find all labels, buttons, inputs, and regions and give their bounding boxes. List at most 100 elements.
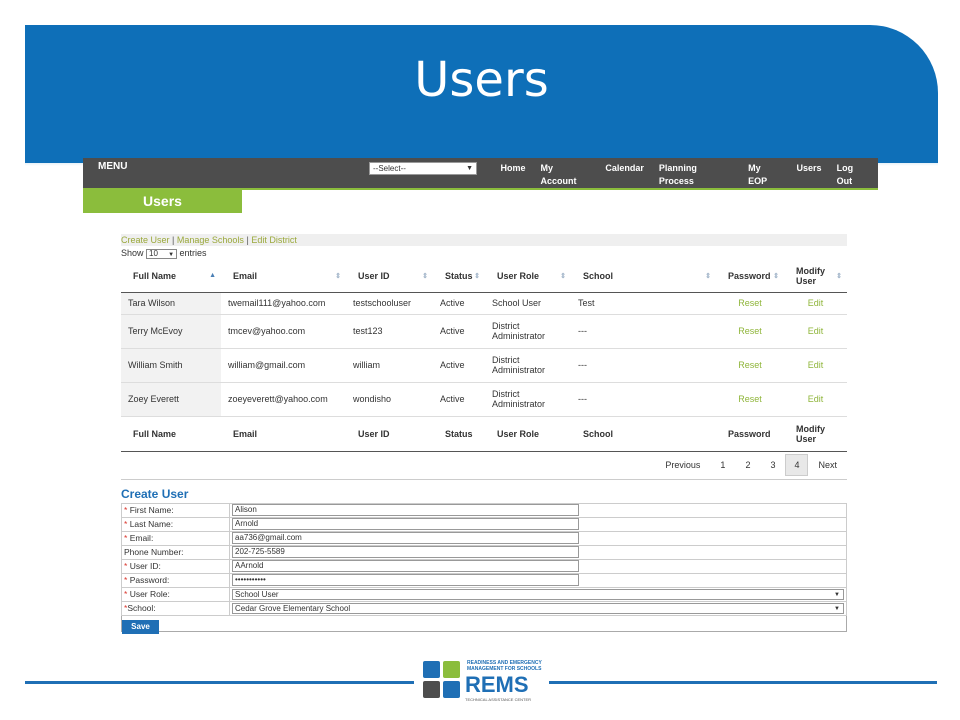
field-label: School:	[127, 603, 156, 613]
create-user-heading: Create User	[121, 486, 189, 501]
link-separator: |	[246, 235, 249, 245]
pager-page-1[interactable]: 1	[710, 455, 735, 475]
required-mark: *	[124, 519, 128, 529]
last-name-field[interactable]: Arnold	[232, 518, 579, 530]
pager-page-current[interactable]: 4	[785, 454, 809, 476]
cell-user-id: william	[346, 348, 433, 383]
menu-label[interactable]: MENU	[98, 161, 127, 172]
last-name-label: * Last Name:	[121, 516, 230, 532]
school-select[interactable]: Cedar Grove Elementary School ▼	[232, 602, 844, 614]
main-content: Create User | Manage Schools | Edit Dist…	[121, 234, 847, 634]
user-role-select[interactable]: School User ▼	[232, 588, 844, 600]
required-mark: *	[124, 561, 128, 571]
school-label: *School:	[121, 600, 230, 616]
sort-icon: ⇕	[836, 273, 842, 280]
sort-asc-icon: ▲	[209, 272, 216, 279]
col-label: School	[583, 270, 614, 281]
reset-password-link[interactable]: Reset	[738, 360, 762, 370]
col-label: User Role	[497, 270, 540, 281]
required-mark: *	[124, 589, 128, 599]
table-row: Terry McEvoy tmcev@yahoo.com test123 Act…	[121, 314, 847, 349]
footer-header-user-role: User Role	[485, 415, 571, 452]
show-entries-row: Show 10 ▼ entries	[121, 246, 847, 260]
edit-user-link[interactable]: Edit	[808, 360, 824, 370]
edit-district-link[interactable]: Edit District	[251, 235, 297, 245]
col-header-user-role[interactable]: User Role ⇕	[485, 260, 571, 293]
quick-select-dropdown[interactable]: --Select-- ▼	[369, 162, 477, 175]
col-label: Modify User	[796, 423, 825, 444]
field-label: Password:	[129, 575, 170, 585]
col-header-modify-user[interactable]: Modify User ⇕	[784, 260, 847, 293]
pager-next[interactable]: Next	[808, 455, 847, 475]
col-header-status[interactable]: Status ⇕	[433, 260, 485, 293]
chevron-down-icon: ▼	[834, 605, 840, 612]
col-header-full-name[interactable]: Full Name ▲	[121, 260, 221, 293]
sort-icon: ⇕	[773, 273, 779, 280]
nav-planning-process[interactable]: Planning Process	[651, 162, 740, 188]
first-name-field[interactable]: Alison	[232, 504, 579, 516]
nav-log-out[interactable]: Log Out	[829, 162, 878, 188]
footer-rule-right	[549, 681, 937, 684]
chevron-down-icon: ▼	[168, 251, 175, 258]
reset-password-link[interactable]: Reset	[738, 326, 762, 336]
email-field[interactable]: aa736@gmail.com	[232, 532, 579, 544]
reset-password-link[interactable]: Reset	[738, 298, 762, 308]
field-label: User Role:	[129, 589, 170, 599]
nav-my-account[interactable]: My Account	[533, 162, 598, 188]
footer-rule-left	[25, 681, 414, 684]
col-header-email[interactable]: Email ⇕	[221, 260, 346, 293]
pager-previous[interactable]: Previous	[655, 455, 710, 475]
password-label: * Password:	[121, 572, 230, 588]
sort-icon: ⇕	[474, 273, 480, 280]
required-mark: *	[124, 505, 128, 515]
cell-name: William Smith	[121, 348, 221, 383]
col-label: User ID	[358, 270, 390, 281]
table-row: Zoey Everett zoeyeverett@yahoo.com wondi…	[121, 382, 847, 417]
footer-header-full-name: Full Name	[121, 415, 221, 452]
manage-schools-link[interactable]: Manage Schools	[177, 235, 244, 245]
user-role-value: School User	[235, 589, 279, 599]
nav-home[interactable]: Home	[493, 162, 533, 188]
logo-subtext: TECHNICAL ASSISTANCE CENTER	[465, 697, 532, 702]
logo-check-icon	[443, 681, 460, 698]
field-label: User ID:	[129, 561, 161, 571]
user-id-field[interactable]: AArnold	[232, 560, 579, 572]
col-header-password[interactable]: Password ⇕	[716, 260, 784, 293]
field-label: Last Name:	[129, 519, 174, 529]
password-field[interactable]: •••••••••••	[232, 574, 579, 586]
col-header-school[interactable]: School ⇕	[571, 260, 716, 293]
col-label: Status	[445, 270, 473, 281]
show-label: Show	[121, 248, 144, 258]
field-label: First Name:	[129, 505, 174, 515]
phone-field[interactable]: 202-725-5589	[232, 546, 579, 558]
email-label: * Email:	[121, 530, 230, 546]
page-title-tab: Users	[83, 188, 242, 213]
pager-page-3[interactable]: 3	[760, 455, 785, 475]
edit-user-link[interactable]: Edit	[808, 298, 824, 308]
col-label: Password	[728, 270, 771, 281]
logo-lock-icon	[423, 681, 440, 698]
logo-book-icon	[423, 661, 440, 678]
nav-links: Home My Account Calendar Planning Proces…	[493, 162, 878, 188]
rems-logo: READINESS AND EMERGENCY MANAGEMENT FOR S…	[423, 659, 542, 703]
nav-users[interactable]: Users	[789, 162, 829, 188]
nav-my-eop[interactable]: My EOP	[741, 162, 789, 188]
form-actions: Save	[121, 615, 847, 634]
create-user-link[interactable]: Create User	[121, 235, 170, 245]
cell-user-id: test123	[346, 314, 433, 349]
entries-per-page-select[interactable]: 10 ▼	[146, 248, 178, 259]
nav-calendar[interactable]: Calendar	[598, 162, 652, 188]
footer-header-modify-user: Modify User	[784, 415, 847, 452]
school-value: Cedar Grove Elementary School	[235, 603, 351, 613]
reset-password-link[interactable]: Reset	[738, 394, 762, 404]
link-separator: |	[172, 235, 175, 245]
edit-user-link[interactable]: Edit	[808, 394, 824, 404]
sort-icon: ⇕	[560, 273, 566, 280]
field-label: Email:	[129, 533, 154, 543]
cell-school: Test	[571, 292, 716, 315]
save-button[interactable]: Save	[122, 619, 159, 634]
pager-page-2[interactable]: 2	[735, 455, 760, 475]
required-mark: *	[124, 533, 128, 543]
col-header-user-id[interactable]: User ID ⇕	[346, 260, 433, 293]
edit-user-link[interactable]: Edit	[808, 326, 824, 336]
